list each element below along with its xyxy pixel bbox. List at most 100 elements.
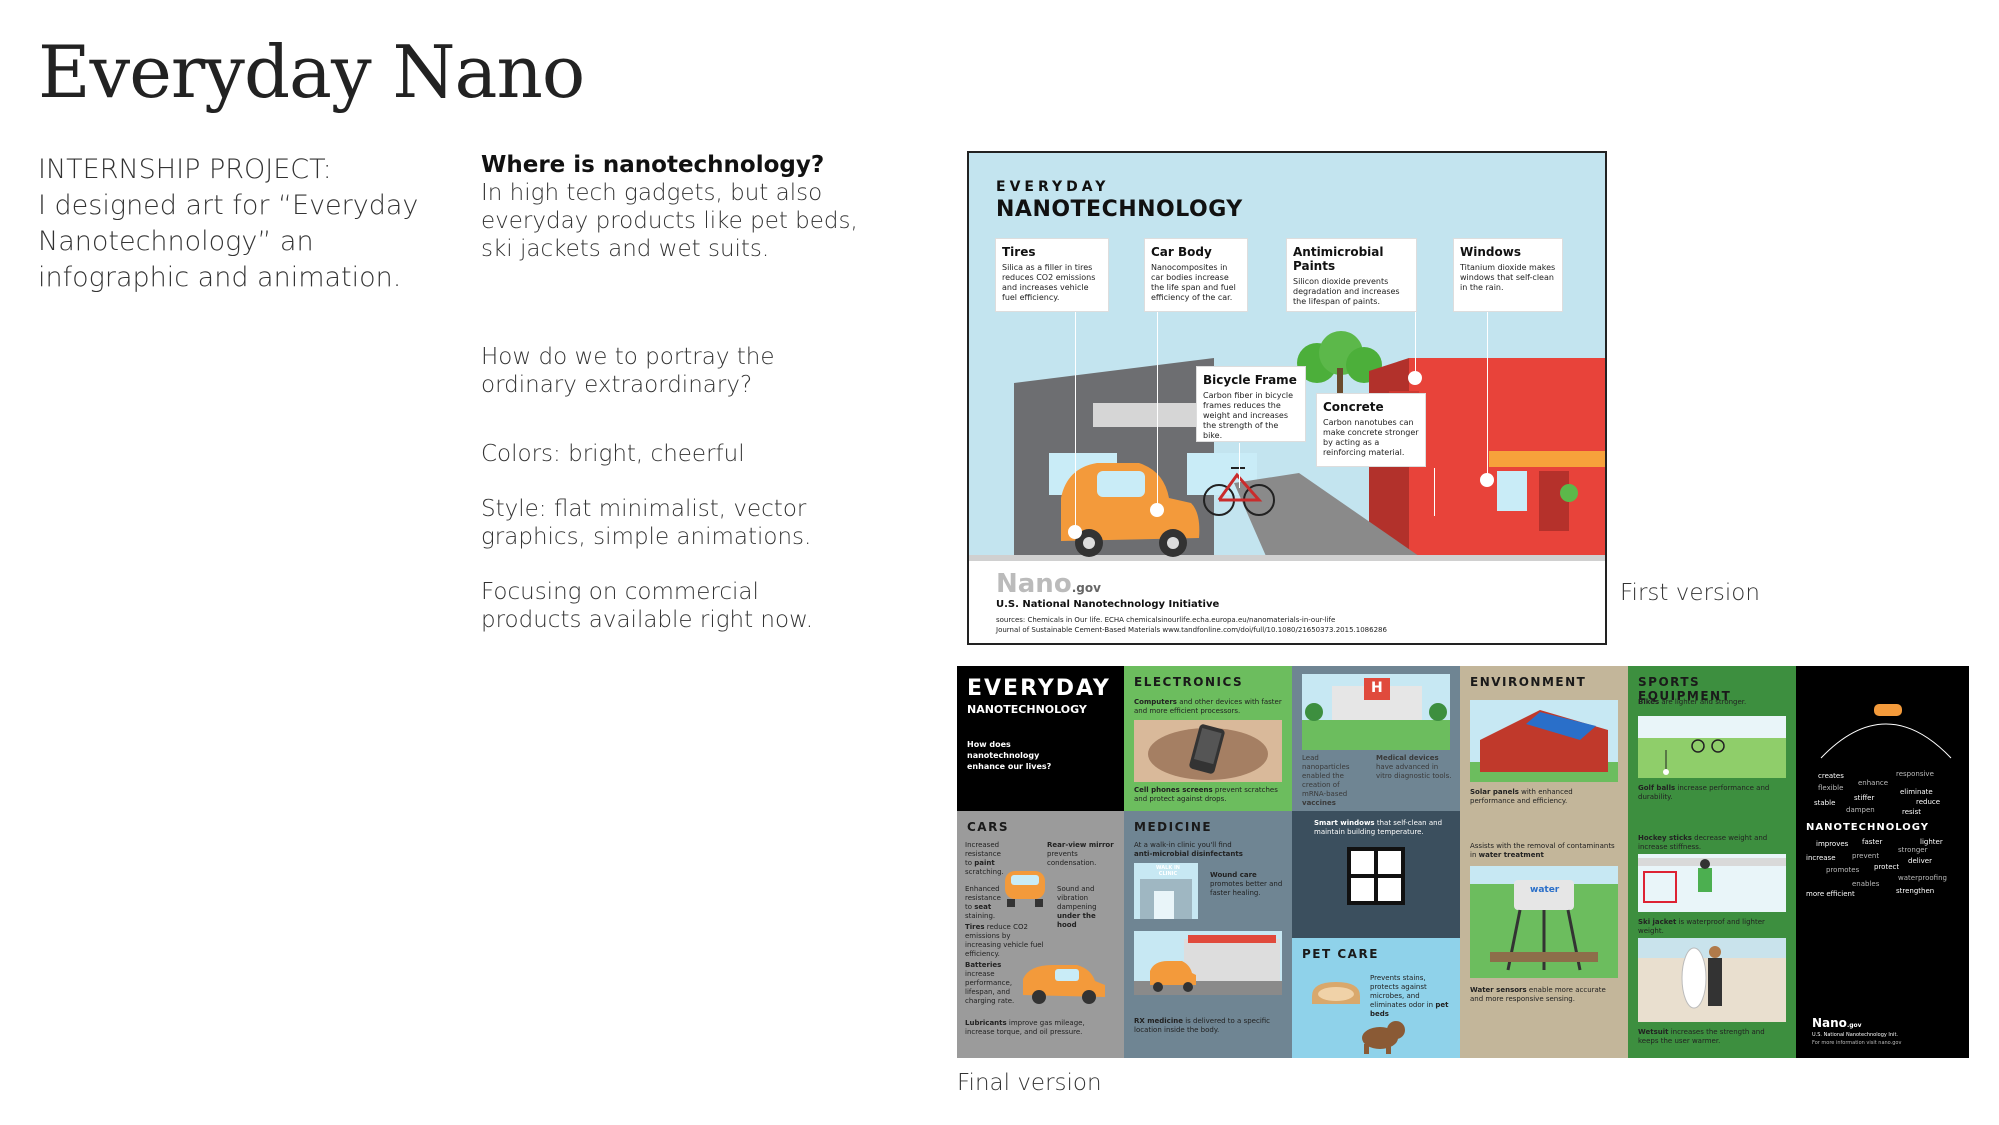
callout-desc: Silica as a filler in tires reduces CO2 … xyxy=(1002,263,1096,302)
tires-marker xyxy=(1068,525,1082,539)
intro-line: infographic and animation. xyxy=(38,262,402,293)
car-side-illustration xyxy=(1023,965,1105,1004)
v2-title-big: NANOTECHNOLOGY xyxy=(967,703,1087,716)
windows-text: Smart windows that self-clean and mainta… xyxy=(1314,819,1443,836)
callout-title: Concrete xyxy=(1323,400,1384,414)
word-faster: faster xyxy=(1862,838,1883,846)
where-block: Where is nanotechnology? In high tech ga… xyxy=(481,151,901,263)
wetsuit-illustration xyxy=(1638,938,1786,1022)
intro-line: INTERNSHIP PROJECT: xyxy=(38,154,332,185)
panel-electronics: ELECTRONICS Computers and other devices … xyxy=(1124,666,1292,811)
sources-text: sources: Chemicals in Our life. ECHA che… xyxy=(996,616,1387,634)
panel-title: EVERYDAY NANOTECHNOLOGY How does nanotec… xyxy=(957,666,1124,811)
hospital-sign: H xyxy=(1371,680,1383,696)
v2-title-small: EVERYDAY xyxy=(967,676,1111,701)
callout-title: Car Body xyxy=(1151,245,1212,259)
sports-text-bikes: Bikes are lighter and stronger. xyxy=(1638,698,1747,706)
water-tower-label: water xyxy=(1530,885,1560,895)
word-lighter: lighter xyxy=(1920,838,1943,846)
word-deliver: deliver xyxy=(1908,857,1932,865)
dog-illustration xyxy=(1362,1021,1405,1054)
panel-environment: ENVIRONMENT Solar panels with enhanced p… xyxy=(1460,666,1628,1058)
first-version-infographic: EVERYDAY NANOTECHNOLOGY Tires Silica as … xyxy=(967,151,1607,645)
word-flexible: flexible xyxy=(1818,784,1844,792)
callout-desc: Carbon fiber in bicycle frames reduces t… xyxy=(1203,391,1294,440)
medicine-text-2: Wound care promotes better and faster he… xyxy=(1210,871,1283,897)
callout-tires: Tires Silica as a filler in tires reduce… xyxy=(996,239,1108,311)
word-dampen: dampen xyxy=(1846,806,1875,814)
callout-desc: Titanium dioxide makes windows that self… xyxy=(1460,263,1556,292)
panel-pet-care: PET CARE Prevents stains, protects again… xyxy=(1292,938,1460,1058)
callout-title: Bicycle Frame xyxy=(1203,373,1297,387)
hospital-text-1: Lead nanoparticles enabled the creation … xyxy=(1302,754,1350,807)
electronics-title: ELECTRONICS xyxy=(1134,675,1244,689)
sports-text-wetsuit: Wetsuit increases the strength and keeps… xyxy=(1638,1028,1765,1045)
v2-nnis-label: U.S. National Nanotechnology Init. xyxy=(1812,1032,1898,1038)
electronics-illustration xyxy=(1134,720,1282,782)
sports-text-hockey: Hockey sticks decrease weight and increa… xyxy=(1638,834,1768,851)
colors-note: Colors: bright, cheerful xyxy=(481,441,745,467)
word-nanotechnology: NANOTECHNOLOGY xyxy=(1806,822,1929,833)
intro-text: INTERNSHIP PROJECT: I designed art for “… xyxy=(38,152,438,296)
callout-antimicrobial-paints: Antimicrobial Paints Silicon dioxide pre… xyxy=(1287,239,1416,311)
word-stable: stable xyxy=(1814,799,1836,807)
panel-hospital: H Lead nanoparticles enabled the creatio… xyxy=(1292,666,1460,811)
nnis-label: U.S. National Nanotechnology Initiative xyxy=(996,599,1220,610)
cars-title: CARS xyxy=(967,820,1009,834)
petcare-title: PET CARE xyxy=(1302,947,1379,961)
word-enables: enables xyxy=(1852,880,1880,888)
windows-marker xyxy=(1480,473,1494,487)
word-increase: increase xyxy=(1806,854,1836,862)
callout-desc: Carbon nanotubes can make concrete stron… xyxy=(1323,418,1419,457)
callout-concrete: Concrete Carbon nanotubes can make concr… xyxy=(1317,394,1425,466)
style-line: graphics, simple animations. xyxy=(481,524,812,550)
word-more-efficient: more efficient xyxy=(1806,890,1855,898)
environment-text-2: Assists with the removal of contaminants… xyxy=(1470,842,1615,859)
word-creates: creates xyxy=(1818,772,1844,780)
clinic-sign: WALK IN CLINIC xyxy=(1155,865,1180,877)
word-reduce: reduce xyxy=(1916,798,1941,806)
intro-line: I designed art for “Everyday xyxy=(38,190,419,221)
medicine-text-3: RX medicine is delivered to a specific l… xyxy=(1134,1017,1271,1034)
medicine-text-1: At a walk-in clinic you'll find anti-micr… xyxy=(1134,841,1243,858)
v2-nano-gov-logo: Nano.gov xyxy=(1812,1016,1862,1030)
word-prevent: prevent xyxy=(1852,852,1880,860)
cars-text-paint: Increased resistance to paint scratching… xyxy=(965,841,1004,876)
portray-line: ordinary extraordinary? xyxy=(481,372,753,398)
style-block: Style: flat minimalist, vector graphics,… xyxy=(481,495,901,551)
v1-header-small: EVERYDAY xyxy=(996,179,1110,195)
hockey-skier-illustration xyxy=(1638,854,1786,912)
cars-text-seat: Enhanced resistance to seat staining. xyxy=(965,885,1001,920)
cars-text-sound: Sound and vibration dampening under the … xyxy=(1057,885,1097,929)
cars-text-mirror: Rear-view mirror prevents condensation. xyxy=(1047,841,1114,867)
callout-title: Antimicrobial Paints xyxy=(1293,245,1384,273)
panel-sports-equipment: SPORTS EQUIPMENT Bikes are lighter and s… xyxy=(1628,666,1796,1058)
environment-title: ENVIRONMENT xyxy=(1470,675,1587,689)
water-tower-illustration xyxy=(1470,866,1618,978)
first-version-caption: First version xyxy=(1620,580,1760,606)
portray-line: How do we to portray the xyxy=(481,344,775,370)
word-protect: protect xyxy=(1874,863,1900,871)
callout-desc: Silicon dioxide prevents degradation and… xyxy=(1293,277,1400,306)
word-waterproofing: waterproofing xyxy=(1898,874,1947,882)
cars-text-lubricants: Lubricants improve gas mileage, increase… xyxy=(965,1019,1085,1036)
word-eliminate: eliminate xyxy=(1900,788,1933,796)
medicine-title: MEDICINE xyxy=(1134,820,1213,834)
solar-barn-illustration xyxy=(1470,700,1618,782)
environment-text-3: Water sensors enable more accurate and m… xyxy=(1470,986,1606,1003)
carbody-leader-line xyxy=(1157,311,1158,506)
page-title: Everyday Nano xyxy=(38,30,585,114)
carbody-marker xyxy=(1150,503,1164,517)
word-responsive: responsive xyxy=(1896,770,1934,778)
window-icon xyxy=(1347,847,1405,905)
word-stiffer: stiffer xyxy=(1854,794,1875,802)
portray-block: How do we to portray the ordinary extrao… xyxy=(481,343,901,399)
hospital-text-2: Medical devices have advanced in vitro d… xyxy=(1376,754,1452,780)
focus-block: Focusing on commercial products availabl… xyxy=(481,578,901,634)
panel-smart-windows: Smart windows that self-clean and mainta… xyxy=(1292,811,1460,938)
sports-text-ski: Ski jacket is waterproof and lighter wei… xyxy=(1638,918,1765,935)
callout-desc: Nanocomposites in car bodies increase th… xyxy=(1151,263,1236,302)
car-front-illustration xyxy=(1005,871,1045,907)
paints-leader-line xyxy=(1415,311,1416,373)
where-answer-line: everyday products like pet beds, xyxy=(481,208,858,234)
